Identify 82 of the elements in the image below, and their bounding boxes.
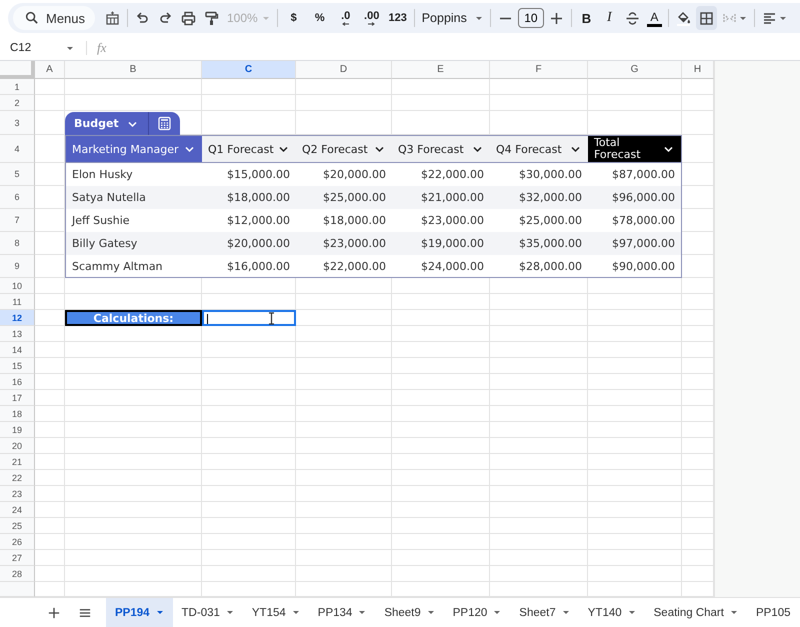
table-header[interactable]: Q1 Forecast xyxy=(202,135,296,163)
search-field[interactable]: Menus xyxy=(46,10,92,26)
format-button[interactable]: 123 xyxy=(386,6,410,30)
column-header[interactable]: H xyxy=(682,61,714,79)
row-header[interactable]: 8 xyxy=(0,232,35,255)
sheet-tab[interactable]: PP134 xyxy=(308,598,376,627)
font-dropdown[interactable]: Poppins xyxy=(418,6,486,30)
column-header[interactable]: G xyxy=(588,61,682,79)
row-header[interactable]: 11 xyxy=(0,294,35,310)
row-header[interactable]: 12 xyxy=(0,310,35,326)
row-header[interactable]: 6 xyxy=(0,186,35,209)
sheet-tab[interactable]: YT154 xyxy=(242,598,309,627)
table-header[interactable]: Total Forecast xyxy=(588,135,682,163)
row-header[interactable]: 4 xyxy=(0,135,35,163)
row-header[interactable]: 26 xyxy=(0,534,35,550)
sheet-tab[interactable]: Seating Chart xyxy=(644,598,747,627)
italic-button[interactable]: I xyxy=(598,6,620,30)
column-header[interactable]: E xyxy=(392,61,490,79)
table-cell: Satya Nutella xyxy=(65,186,202,209)
row-header[interactable]: 22 xyxy=(0,470,35,486)
row-header[interactable]: 23 xyxy=(0,486,35,502)
column-header[interactable]: B xyxy=(65,61,202,79)
search-box[interactable]: Menus xyxy=(13,6,95,30)
format-button[interactable]: .00 xyxy=(360,6,384,30)
column-header[interactable]: F xyxy=(490,61,588,79)
column-header[interactable]: D xyxy=(296,61,392,79)
table-cell: Billy Gatesy xyxy=(65,232,202,255)
sheet-tab[interactable]: PP105 xyxy=(746,598,800,627)
row-header[interactable]: 14 xyxy=(0,342,35,358)
sheet-tab[interactable]: YT140 xyxy=(578,598,645,627)
table-header[interactable]: Q2 Forecast xyxy=(296,135,392,163)
row-header[interactable]: 3 xyxy=(0,111,35,135)
table-cell: $97,000.00 xyxy=(588,232,682,255)
row-header[interactable]: 10 xyxy=(0,278,35,294)
row-header[interactable]: 1 xyxy=(0,79,35,95)
format-button[interactable]: .0 xyxy=(334,6,358,30)
row-header[interactable]: 18 xyxy=(0,406,35,422)
sheet-tab[interactable]: PP194 xyxy=(106,598,173,627)
table-cell: $20,000.00 xyxy=(202,232,296,255)
table-cell: $90,000.00 xyxy=(588,255,682,278)
table-cell: $35,000.00 xyxy=(490,232,588,255)
format-button[interactable]: $ xyxy=(282,6,306,30)
table-cell: $32,000.00 xyxy=(490,186,588,209)
bold-button[interactable]: B xyxy=(576,6,597,30)
table-cell: $96,000.00 xyxy=(588,186,682,209)
row-header[interactable]: 28 xyxy=(0,566,35,582)
row-header[interactable]: 21 xyxy=(0,454,35,470)
row-header[interactable]: 9 xyxy=(0,255,35,278)
table-cell: $21,000.00 xyxy=(392,186,490,209)
row-header[interactable]: 27 xyxy=(0,550,35,566)
table-header[interactable]: Q4 Forecast xyxy=(490,135,588,163)
sheet-tab[interactable]: TD-031 xyxy=(172,598,243,627)
row-header[interactable]: 5 xyxy=(0,163,35,186)
row-header[interactable]: 20 xyxy=(0,438,35,454)
row-header[interactable]: 15 xyxy=(0,358,35,374)
sheet-tab[interactable]: Sheet9 xyxy=(375,598,444,627)
table-name-tab[interactable]: Budget xyxy=(65,112,149,135)
column-header[interactable]: C xyxy=(202,61,296,79)
name-box[interactable]: C12 xyxy=(0,42,74,54)
row-header[interactable]: 24 xyxy=(0,502,35,518)
fx-label: fx xyxy=(97,40,106,56)
row-header[interactable]: 19 xyxy=(0,422,35,438)
row-header[interactable]: 25 xyxy=(0,518,35,534)
table-header[interactable]: Marketing Manager xyxy=(65,135,202,163)
row-header[interactable]: 7 xyxy=(0,209,35,232)
calculations-label: Calculations: xyxy=(65,310,202,326)
sheet-tab[interactable]: Sheet7 xyxy=(510,598,579,627)
sheet-tab[interactable]: PP120 xyxy=(444,598,510,627)
row-header[interactable]: 17 xyxy=(0,390,35,406)
row-header[interactable]: 13 xyxy=(0,326,35,342)
column-header[interactable]: A xyxy=(35,61,65,79)
table-cell: Scammy Altman xyxy=(65,255,202,278)
row-header[interactable]: 2 xyxy=(0,95,35,111)
table-cell: $18,000.00 xyxy=(202,186,296,209)
row-header[interactable]: 16 xyxy=(0,374,35,390)
table-cell: $23,000.00 xyxy=(296,232,392,255)
table-cell: $19,000.00 xyxy=(392,232,490,255)
table-cell: $25,000.00 xyxy=(296,186,392,209)
text-color-button[interactable]: A xyxy=(646,10,662,26)
format-button[interactable]: % xyxy=(308,6,332,30)
table-header[interactable]: Q3 Forecast xyxy=(392,135,490,163)
font-size-field[interactable]: 10 xyxy=(518,8,544,28)
